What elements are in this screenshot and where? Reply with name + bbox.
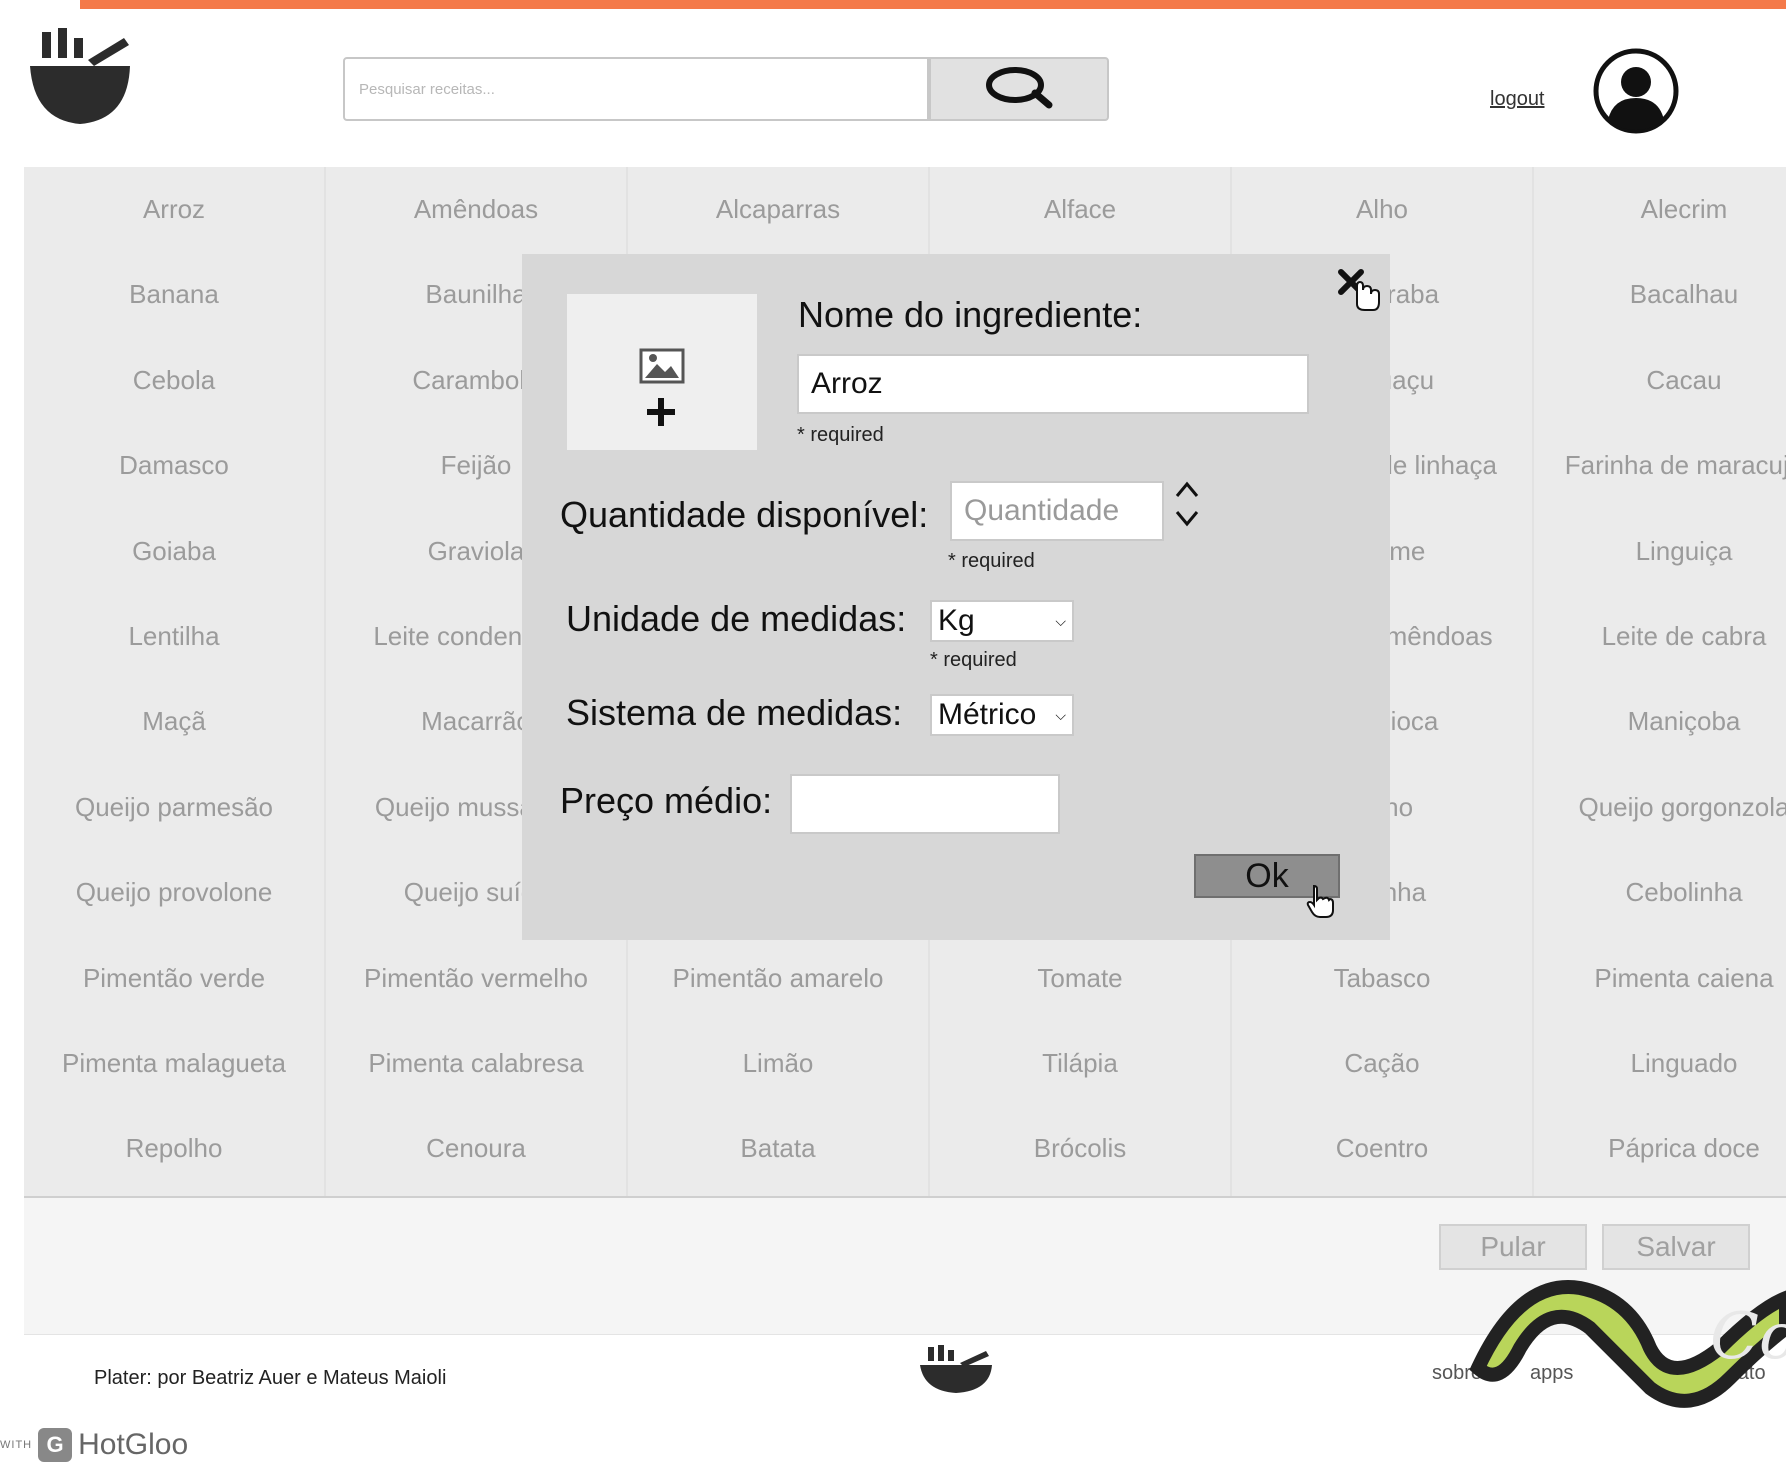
ingredient-cell[interactable]: Maniçoba (1534, 679, 1786, 764)
ingredient-cell[interactable]: Maçã (24, 679, 324, 764)
ingredient-cell[interactable]: Tomate (930, 936, 1230, 1021)
search-icon (981, 65, 1057, 114)
ingredient-cell[interactable]: Linguado (1534, 1021, 1786, 1106)
ingredient-cell[interactable]: Brócolis (930, 1106, 1230, 1191)
svg-text:Cc: Cc (1710, 1300, 1786, 1374)
plus-icon (645, 396, 677, 433)
bowl-logo-icon[interactable] (28, 28, 134, 128)
accent-bar (80, 0, 1786, 9)
ingredient-cell[interactable]: Banana (24, 252, 324, 337)
ingredient-cell[interactable]: Pimenta calabresa (326, 1021, 626, 1106)
chevron-down-icon (1174, 508, 1200, 535)
credits-text: Plater: por Beatriz Auer e Mateus Maioli (94, 1367, 447, 1389)
hotgloo-brand: HotGloo (78, 1428, 189, 1461)
unit-select[interactable]: Kg ⌵ (930, 600, 1074, 642)
ingredient-cell[interactable]: Arroz (24, 167, 324, 252)
ingredient-cell[interactable]: Amêndoas (326, 167, 626, 252)
search-bar (343, 57, 1109, 125)
image-upload-area[interactable] (567, 294, 757, 450)
ingredient-cell[interactable]: Goiaba (24, 509, 324, 594)
ingredient-cell[interactable]: Batata (628, 1106, 928, 1191)
skip-button[interactable]: Pular (1439, 1224, 1587, 1270)
ingredient-cell[interactable]: Cebolinha (1534, 850, 1786, 935)
name-label: Nome do ingrediente: (798, 294, 1143, 335)
ingredient-cell[interactable]: Farinha de maracujá (1534, 423, 1786, 508)
system-select[interactable]: Métrico ⌵ (930, 694, 1074, 736)
watermark-logo: Cc (1460, 1268, 1786, 1418)
ingredient-cell[interactable]: Leite de cabra (1534, 594, 1786, 679)
ingredient-cell[interactable]: Pimentão vermelho (326, 936, 626, 1021)
ingredient-cell[interactable]: Pimentão verde (24, 936, 324, 1021)
ingredient-cell[interactable]: Coentro (1232, 1106, 1532, 1191)
ingredient-cell[interactable]: Damasco (24, 423, 324, 508)
ingredient-cell[interactable]: Tabasco (1232, 936, 1532, 1021)
hand-cursor-icon (1306, 884, 1334, 918)
search-button[interactable] (929, 57, 1109, 121)
hotgloo-logo-icon: G (38, 1428, 73, 1462)
system-select-value: Métrico (938, 698, 1037, 731)
quantity-label: Quantidade disponível: (560, 494, 929, 535)
ingredient-cell[interactable]: Pimentão amarelo (628, 936, 928, 1021)
system-label: Sistema de medidas: (566, 692, 903, 733)
ingredient-cell[interactable]: Cação (1232, 1021, 1532, 1106)
name-field[interactable] (797, 354, 1309, 414)
save-button[interactable]: Salvar (1602, 1224, 1750, 1270)
chevron-up-icon (1174, 478, 1200, 505)
ingredient-cell[interactable]: Alecrim (1534, 167, 1786, 252)
add-ingredient-dialog: Nome do ingrediente: * required Quantida… (522, 254, 1390, 940)
user-avatar-icon[interactable] (1593, 48, 1679, 134)
hotgloo-made-with: WITH (0, 1439, 33, 1451)
ingredient-cell[interactable]: Queijo gorgonzola (1534, 765, 1786, 850)
quantity-stepper[interactable] (1172, 478, 1202, 536)
ingredient-cell[interactable]: Bacalhau (1534, 252, 1786, 337)
ingredient-cell[interactable]: Páprica doce (1534, 1106, 1786, 1191)
ingredient-cell[interactable]: Alcaparras (628, 167, 928, 252)
image-placeholder-icon (639, 348, 685, 389)
ingredient-cell[interactable]: Tilápia (930, 1021, 1230, 1106)
ingredient-cell[interactable]: Queijo parmesão (24, 765, 324, 850)
quantity-required-note: * required (948, 550, 1035, 572)
ingredient-cell[interactable]: Linguiça (1534, 509, 1786, 594)
ingredient-cell[interactable]: Cacau (1534, 338, 1786, 423)
hotgloo-badge[interactable]: WITH G HotGloo (0, 1425, 188, 1465)
price-label: Preço médio: (560, 780, 773, 821)
chevron-down-icon: ⌵ (1055, 706, 1066, 723)
quantity-field[interactable] (950, 481, 1164, 541)
ingredient-cell[interactable]: Cenoura (326, 1106, 626, 1191)
footer-logo-icon[interactable] (918, 1343, 994, 1395)
chevron-down-icon: ⌵ (1055, 612, 1066, 629)
unit-label: Unidade de medidas: (566, 598, 907, 639)
name-required-note: * required (797, 424, 884, 446)
ingredient-cell[interactable]: Alface (930, 167, 1230, 252)
ingredient-cell[interactable]: Limão (628, 1021, 928, 1106)
ingredient-cell[interactable]: Alho (1232, 167, 1532, 252)
unit-select-value: Kg (938, 604, 975, 637)
price-field[interactable] (790, 774, 1060, 834)
ingredient-cell[interactable]: Repolho (24, 1106, 324, 1191)
ingredient-cell[interactable]: Queijo provolone (24, 850, 324, 935)
close-button[interactable] (1337, 268, 1383, 312)
search-input[interactable] (343, 57, 929, 121)
unit-required-note: * required (930, 649, 1017, 671)
ingredient-cell[interactable]: Lentilha (24, 594, 324, 679)
close-icon (1337, 269, 1383, 316)
logout-link[interactable]: logout (1490, 88, 1545, 111)
ingredient-cell[interactable]: Pimenta malagueta (24, 1021, 324, 1106)
ingredient-cell[interactable]: Cebola (24, 338, 324, 423)
ingredient-cell[interactable]: Pimenta caiena (1534, 936, 1786, 1021)
